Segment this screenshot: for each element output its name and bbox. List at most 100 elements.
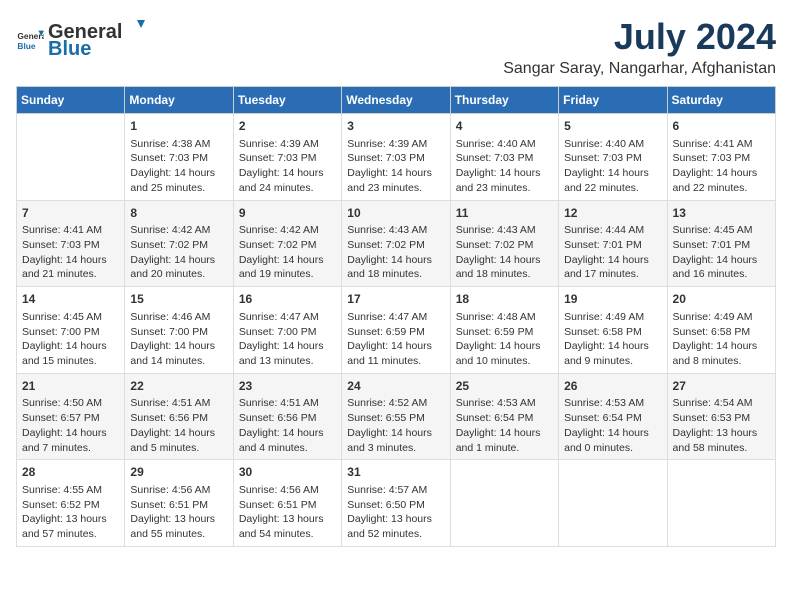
- calendar-week-row: 21Sunrise: 4:50 AM Sunset: 6:57 PM Dayli…: [17, 373, 776, 460]
- day-info: Sunrise: 4:50 AM Sunset: 6:57 PM Dayligh…: [22, 396, 119, 455]
- calendar-week-row: 7Sunrise: 4:41 AM Sunset: 7:03 PM Daylig…: [17, 200, 776, 287]
- logo-icon: General Blue: [16, 25, 44, 53]
- day-info: Sunrise: 4:40 AM Sunset: 7:03 PM Dayligh…: [564, 137, 661, 196]
- day-number: 11: [456, 205, 553, 222]
- day-number: 30: [239, 464, 336, 481]
- day-info: Sunrise: 4:49 AM Sunset: 6:58 PM Dayligh…: [564, 310, 661, 369]
- calendar-table: SundayMondayTuesdayWednesdayThursdayFrid…: [16, 86, 776, 547]
- calendar-cell: [17, 114, 125, 201]
- day-number: 19: [564, 291, 661, 308]
- calendar-header-wednesday: Wednesday: [342, 87, 450, 114]
- calendar-header-thursday: Thursday: [450, 87, 558, 114]
- calendar-cell: 17 Sunrise: 4:47 AM Sunset: 6:59 PM Dayli…: [342, 287, 450, 374]
- calendar-cell: 12Sunrise: 4:44 AM Sunset: 7:01 PM Dayli…: [559, 200, 667, 287]
- day-info: Sunrise: 4:47 AM Sunset: 7:00 PM Dayligh…: [239, 310, 336, 369]
- calendar-cell: 8Sunrise: 4:42 AM Sunset: 7:02 PM Daylig…: [125, 200, 233, 287]
- calendar-cell: 4 Sunrise: 4:40 AM Sunset: 7:03 PM Daylig…: [450, 114, 558, 201]
- calendar-header-row: SundayMondayTuesdayWednesdayThursdayFrid…: [17, 87, 776, 114]
- day-number: 14: [22, 291, 119, 308]
- main-title: July 2024: [503, 16, 776, 58]
- day-number: 4: [456, 118, 553, 135]
- day-number: 15: [130, 291, 227, 308]
- day-number: 5: [564, 118, 661, 135]
- day-number: 31: [347, 464, 444, 481]
- title-block: July 2024 Sangar Saray, Nangarhar, Afgha…: [503, 16, 776, 78]
- day-number: 2: [239, 118, 336, 135]
- calendar-cell: 18 Sunrise: 4:48 AM Sunset: 6:59 PM Dayli…: [450, 287, 558, 374]
- calendar-cell: 19 Sunrise: 4:49 AM Sunset: 6:58 PM Dayli…: [559, 287, 667, 374]
- logo: General Blue General Blue: [16, 16, 146, 61]
- day-info: Sunrise: 4:45 AM Sunset: 7:01 PM Dayligh…: [673, 223, 770, 282]
- calendar-cell: [450, 460, 558, 547]
- calendar-cell: 28 Sunrise: 4:55 AM Sunset: 6:52 PM Dayli…: [17, 460, 125, 547]
- day-info: Sunrise: 4:47 AM Sunset: 6:59 PM Dayligh…: [347, 310, 444, 369]
- day-info: Sunrise: 4:56 AM Sunset: 6:51 PM Dayligh…: [239, 483, 336, 542]
- day-number: 6: [673, 118, 770, 135]
- calendar-cell: 5 Sunrise: 4:40 AM Sunset: 7:03 PM Daylig…: [559, 114, 667, 201]
- logo-bird-icon: [123, 16, 145, 38]
- day-info: Sunrise: 4:45 AM Sunset: 7:00 PM Dayligh…: [22, 310, 119, 369]
- calendar-cell: [667, 460, 775, 547]
- day-info: Sunrise: 4:42 AM Sunset: 7:02 PM Dayligh…: [130, 223, 227, 282]
- calendar-cell: 15Sunrise: 4:46 AM Sunset: 7:00 PM Dayli…: [125, 287, 233, 374]
- svg-text:Blue: Blue: [17, 40, 35, 50]
- day-info: Sunrise: 4:42 AM Sunset: 7:02 PM Dayligh…: [239, 223, 336, 282]
- calendar-header-tuesday: Tuesday: [233, 87, 341, 114]
- calendar-cell: 24Sunrise: 4:52 AM Sunset: 6:55 PM Dayli…: [342, 373, 450, 460]
- day-info: Sunrise: 4:53 AM Sunset: 6:54 PM Dayligh…: [564, 396, 661, 455]
- calendar-header-friday: Friday: [559, 87, 667, 114]
- day-info: Sunrise: 4:57 AM Sunset: 6:50 PM Dayligh…: [347, 483, 444, 542]
- day-info: Sunrise: 4:56 AM Sunset: 6:51 PM Dayligh…: [130, 483, 227, 542]
- calendar-cell: 22Sunrise: 4:51 AM Sunset: 6:56 PM Dayli…: [125, 373, 233, 460]
- day-number: 29: [130, 464, 227, 481]
- day-info: Sunrise: 4:51 AM Sunset: 6:56 PM Dayligh…: [239, 396, 336, 455]
- day-info: Sunrise: 4:39 AM Sunset: 7:03 PM Dayligh…: [239, 137, 336, 196]
- calendar-cell: 26Sunrise: 4:53 AM Sunset: 6:54 PM Dayli…: [559, 373, 667, 460]
- day-info: Sunrise: 4:41 AM Sunset: 7:03 PM Dayligh…: [22, 223, 119, 282]
- calendar-cell: 23Sunrise: 4:51 AM Sunset: 6:56 PM Dayli…: [233, 373, 341, 460]
- calendar-body: 1 Sunrise: 4:38 AM Sunset: 7:03 PM Daylig…: [17, 114, 776, 547]
- calendar-cell: 3 Sunrise: 4:39 AM Sunset: 7:03 PM Daylig…: [342, 114, 450, 201]
- calendar-cell: 10Sunrise: 4:43 AM Sunset: 7:02 PM Dayli…: [342, 200, 450, 287]
- day-info: Sunrise: 4:49 AM Sunset: 6:58 PM Dayligh…: [673, 310, 770, 369]
- day-number: 12: [564, 205, 661, 222]
- day-info: Sunrise: 4:54 AM Sunset: 6:53 PM Dayligh…: [673, 396, 770, 455]
- day-number: 17: [347, 291, 444, 308]
- day-info: Sunrise: 4:40 AM Sunset: 7:03 PM Dayligh…: [456, 137, 553, 196]
- day-info: Sunrise: 4:41 AM Sunset: 7:03 PM Dayligh…: [673, 137, 770, 196]
- calendar-cell: 14 Sunrise: 4:45 AM Sunset: 7:00 PM Dayli…: [17, 287, 125, 374]
- day-number: 28: [22, 464, 119, 481]
- day-number: 24: [347, 378, 444, 395]
- subtitle: Sangar Saray, Nangarhar, Afghanistan: [503, 60, 776, 78]
- calendar-cell: 9Sunrise: 4:42 AM Sunset: 7:02 PM Daylig…: [233, 200, 341, 287]
- calendar-cell: 7Sunrise: 4:41 AM Sunset: 7:03 PM Daylig…: [17, 200, 125, 287]
- day-info: Sunrise: 4:55 AM Sunset: 6:52 PM Dayligh…: [22, 483, 119, 542]
- day-number: 8: [130, 205, 227, 222]
- day-info: Sunrise: 4:38 AM Sunset: 7:03 PM Dayligh…: [130, 137, 227, 196]
- day-number: 3: [347, 118, 444, 135]
- calendar-cell: 6 Sunrise: 4:41 AM Sunset: 7:03 PM Daylig…: [667, 114, 775, 201]
- calendar-cell: 2 Sunrise: 4:39 AM Sunset: 7:03 PM Daylig…: [233, 114, 341, 201]
- calendar-header-monday: Monday: [125, 87, 233, 114]
- day-number: 10: [347, 205, 444, 222]
- calendar-cell: 16Sunrise: 4:47 AM Sunset: 7:00 PM Dayli…: [233, 287, 341, 374]
- calendar-header-saturday: Saturday: [667, 87, 775, 114]
- calendar-week-row: 1 Sunrise: 4:38 AM Sunset: 7:03 PM Daylig…: [17, 114, 776, 201]
- day-number: 20: [673, 291, 770, 308]
- calendar-header-sunday: Sunday: [17, 87, 125, 114]
- day-info: Sunrise: 4:48 AM Sunset: 6:59 PM Dayligh…: [456, 310, 553, 369]
- calendar-cell: 31 Sunrise: 4:57 AM Sunset: 6:50 PM Dayli…: [342, 460, 450, 547]
- day-number: 25: [456, 378, 553, 395]
- calendar-cell: 27Sunrise: 4:54 AM Sunset: 6:53 PM Dayli…: [667, 373, 775, 460]
- day-number: 18: [456, 291, 553, 308]
- day-number: 23: [239, 378, 336, 395]
- day-info: Sunrise: 4:39 AM Sunset: 7:03 PM Dayligh…: [347, 137, 444, 196]
- calendar-cell: 20 Sunrise: 4:49 AM Sunset: 6:58 PM Dayli…: [667, 287, 775, 374]
- calendar-cell: 1 Sunrise: 4:38 AM Sunset: 7:03 PM Daylig…: [125, 114, 233, 201]
- day-number: 1: [130, 118, 227, 135]
- day-number: 9: [239, 205, 336, 222]
- day-number: 27: [673, 378, 770, 395]
- calendar-cell: 30 Sunrise: 4:56 AM Sunset: 6:51 PM Dayli…: [233, 460, 341, 547]
- calendar-cell: 11Sunrise: 4:43 AM Sunset: 7:02 PM Dayli…: [450, 200, 558, 287]
- calendar-week-row: 28 Sunrise: 4:55 AM Sunset: 6:52 PM Dayli…: [17, 460, 776, 547]
